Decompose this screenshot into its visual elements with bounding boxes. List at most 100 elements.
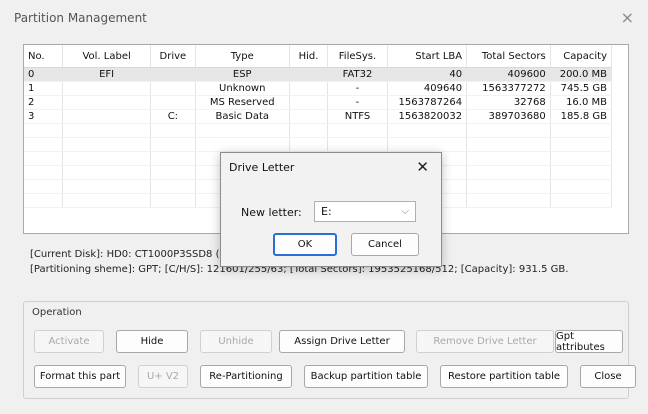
empty-cell <box>24 179 64 194</box>
empty-cell <box>150 137 196 152</box>
cell-hid <box>289 67 329 82</box>
empty-cell <box>289 123 329 138</box>
cell-filesys: - <box>327 95 388 110</box>
cancel-button[interactable]: Cancel <box>351 233 419 256</box>
empty-cell <box>466 137 551 152</box>
cell-start-lba: 409640 <box>387 81 468 96</box>
cell-filesys: FAT32 <box>327 67 388 82</box>
drive-letter-select[interactable]: E: ⌵ <box>314 201 416 222</box>
ok-button[interactable]: OK <box>273 233 337 256</box>
dialog-close-icon[interactable]: ✕ <box>416 158 429 176</box>
empty-cell <box>550 137 613 152</box>
window-title: Partition Management <box>14 11 147 25</box>
op1-hide-button[interactable]: Hide <box>116 330 188 353</box>
col-filesys[interactable]: FileSys. <box>327 45 388 68</box>
cell-type: ESP <box>195 67 290 82</box>
empty-cell <box>195 137 290 152</box>
table-row[interactable]: 3 C: Basic Data NTFS 1563820032 389703680 185.… <box>24 109 613 124</box>
chevron-down-icon: ⌵ <box>401 206 409 217</box>
cell-start-lba: 1563787264 <box>387 95 468 110</box>
operation-label: Operation <box>32 307 82 318</box>
table-row[interactable]: 2 MS Reserved -1563787264 32768 16.0 MB <box>24 95 613 110</box>
cell-total-sectors: 409600 <box>466 67 551 82</box>
empty-cell <box>24 165 64 180</box>
empty-cell <box>327 137 388 152</box>
empty-cell <box>24 137 64 152</box>
cell-total-sectors: 32768 <box>466 95 551 110</box>
empty-cell <box>150 151 196 166</box>
cell-no: 1 <box>24 81 64 96</box>
op1-unhide-button[interactable]: Unhide <box>200 330 272 353</box>
empty-cell <box>24 123 64 138</box>
op2-re-partitioning-button[interactable]: Re-Partitioning <box>200 365 292 388</box>
empty-cell <box>550 179 613 194</box>
cell-vol-label: EFI <box>62 67 151 82</box>
cell-capacity: 200.0 MB <box>550 67 613 82</box>
empty-cell <box>387 137 468 152</box>
cell-start-lba: 40 <box>387 67 468 82</box>
empty-cell <box>466 123 551 138</box>
drive-letter-dialog: Drive Letter ✕ New letter: E: ⌵ OK Cance… <box>220 152 442 267</box>
table-row[interactable]: 0 EFI ESP FAT32 40 409600 200.0 MB <box>24 67 613 82</box>
new-letter-label: New letter: <box>241 206 302 219</box>
table-header: No. Vol. Label Drive Type Hid. FileSys. … <box>24 45 613 68</box>
op1-activate-button[interactable]: Activate <box>34 330 104 353</box>
cell-start-lba: 1563820032 <box>387 109 468 124</box>
col-total-sectors[interactable]: Total Sectors <box>466 45 551 68</box>
cell-hid <box>289 95 329 110</box>
cell-hid <box>289 109 329 124</box>
op2-backup-partition-table-button[interactable]: Backup partition table <box>304 365 428 388</box>
partition-management-window: Partition Management × No. Vol. Label Dr… <box>0 0 648 414</box>
cell-capacity: 185.8 GB <box>550 109 613 124</box>
op1-gpt-attributes-button[interactable]: Gpt attributes <box>555 330 623 353</box>
col-no[interactable]: No. <box>24 45 64 68</box>
cell-no: 2 <box>24 95 64 110</box>
op2-u-v2-button[interactable]: U+ V2 <box>138 365 188 388</box>
cell-capacity: 745.5 GB <box>550 81 613 96</box>
col-capacity[interactable]: Capacity <box>550 45 613 68</box>
op2-format-this-part-button[interactable]: Format this part <box>34 365 126 388</box>
cell-vol-label <box>62 109 151 124</box>
cell-drive <box>150 81 196 96</box>
col-type[interactable]: Type <box>195 45 290 68</box>
cell-total-sectors: 1563377272 <box>466 81 551 96</box>
empty-cell <box>550 123 613 138</box>
operation-group: Operation Activate Hide Unhide Assign Drive… <box>23 301 636 399</box>
close-icon[interactable]: × <box>621 8 634 27</box>
col-vol-label[interactable]: Vol. Label <box>62 45 151 68</box>
op2-close-button[interactable]: Close <box>580 365 636 388</box>
cell-type: Unknown <box>195 81 290 96</box>
dialog-title: Drive Letter <box>229 161 295 174</box>
col-drive[interactable]: Drive <box>150 45 196 68</box>
title-bar: Partition Management × <box>0 0 648 36</box>
empty-cell <box>62 165 151 180</box>
empty-cell <box>387 123 468 138</box>
empty-cell <box>550 165 613 180</box>
empty-cell <box>466 193 551 208</box>
empty-cell <box>62 179 151 194</box>
op1-remove-drive-letter-button[interactable]: Remove Drive Letter <box>416 330 554 353</box>
col-start-lba[interactable]: Start LBA <box>387 45 468 68</box>
selected-letter: E: <box>321 205 332 218</box>
table-row[interactable]: 1 Unknown -409640 1563377272 745.5 GB <box>24 81 613 96</box>
empty-cell <box>62 151 151 166</box>
cell-capacity: 16.0 MB <box>550 95 613 110</box>
cell-no: 3 <box>24 109 64 124</box>
empty-cell <box>62 137 151 152</box>
empty-cell <box>327 123 388 138</box>
col-hid[interactable]: Hid. <box>289 45 329 68</box>
cell-hid <box>289 81 329 96</box>
cell-type: MS Reserved <box>195 95 290 110</box>
empty-cell <box>195 123 290 138</box>
empty-cell <box>62 193 151 208</box>
cell-drive <box>150 67 196 82</box>
cell-total-sectors: 389703680 <box>466 109 551 124</box>
empty-cell <box>24 193 64 208</box>
cell-vol-label <box>62 81 151 96</box>
empty-cell <box>150 165 196 180</box>
cell-no: 0 <box>24 67 64 82</box>
op1-assign-drive-letter-button[interactable]: Assign Drive Letter <box>279 330 405 353</box>
op2-restore-partition-table-button[interactable]: Restore partition table <box>440 365 568 388</box>
cell-drive: C: <box>150 109 196 124</box>
empty-cell <box>150 123 196 138</box>
